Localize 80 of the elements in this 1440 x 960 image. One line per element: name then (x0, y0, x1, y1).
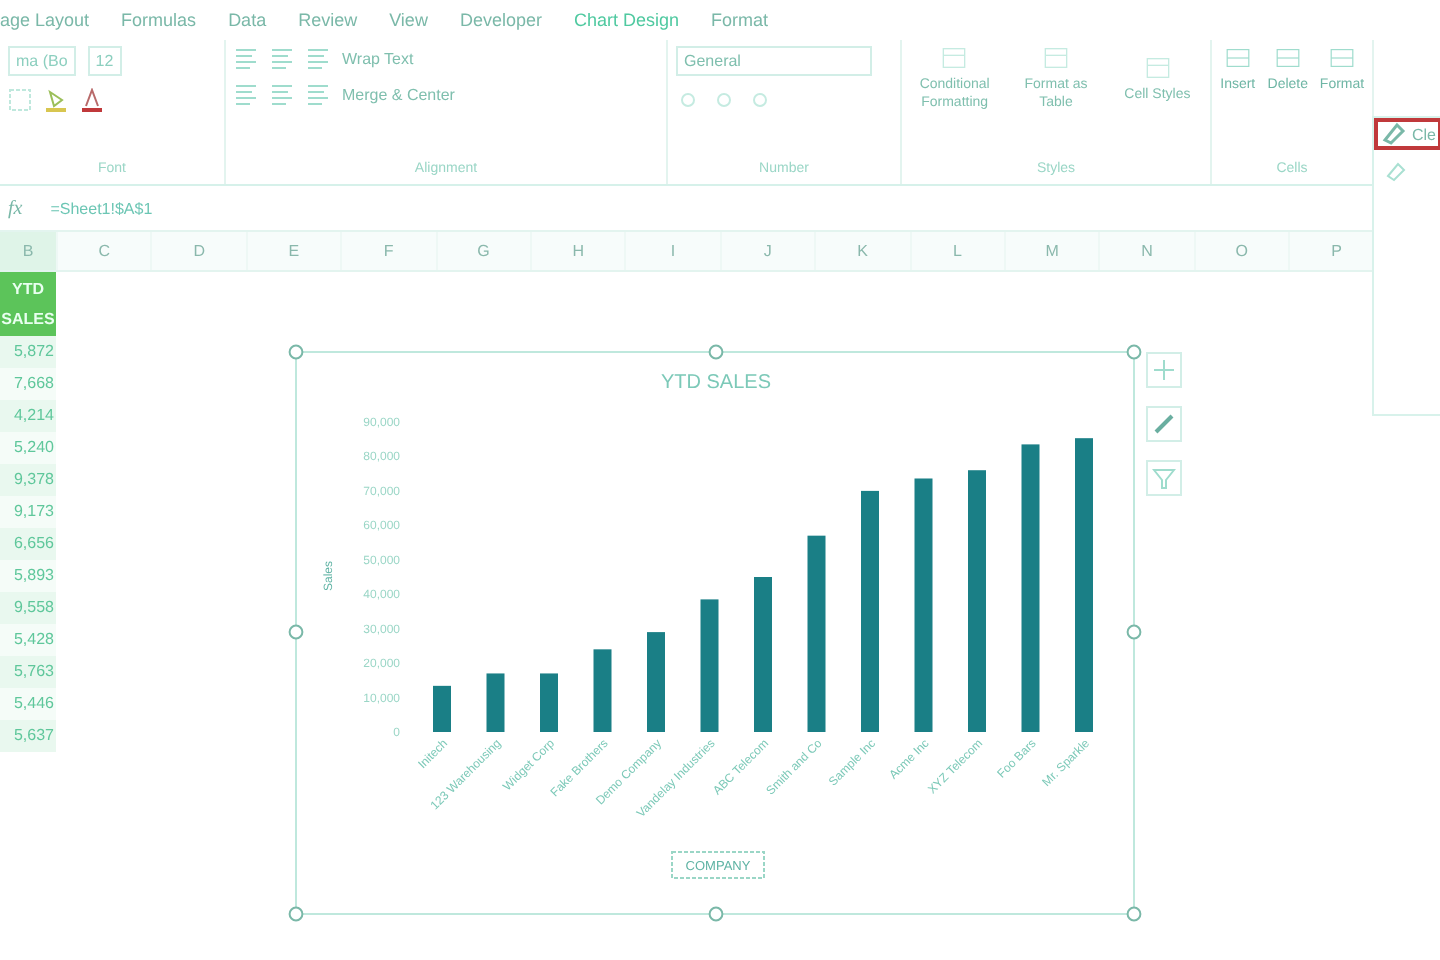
number-format-field[interactable]: General (676, 46, 872, 76)
chart-title: YTD SALES (660, 372, 772, 394)
ribbon-tab[interactable]: Review (298, 10, 358, 30)
chart-bar (433, 685, 451, 732)
merge-center-button[interactable]: Merge & Center (342, 85, 455, 103)
resize-handle[interactable] (708, 906, 724, 922)
table-cell: 9,378 (0, 464, 56, 496)
brush-icon[interactable] (1152, 412, 1176, 436)
resize-handle[interactable] (1126, 624, 1142, 640)
table-cell: YTD SALES (0, 272, 56, 336)
column-header[interactable]: O (1195, 232, 1291, 270)
number-icon[interactable] (676, 88, 700, 112)
filter-icon[interactable] (1152, 466, 1176, 490)
formula-text: =Sheet1!$A$1 (50, 199, 153, 217)
table-icon[interactable] (1225, 46, 1250, 70)
resize-handle[interactable] (288, 906, 304, 922)
align-icon[interactable] (270, 82, 294, 106)
fill-color-icon[interactable] (44, 88, 68, 112)
align-icon[interactable] (306, 46, 330, 70)
font-size-field[interactable]: 12 (87, 46, 122, 76)
ribbon-tab[interactable]: age Layout (0, 10, 90, 30)
ribbon-tab[interactable]: Format (711, 10, 769, 30)
column-header[interactable]: B (0, 232, 58, 270)
function-icon[interactable]: fx (8, 197, 23, 219)
font-field[interactable]: ma (Bo (8, 46, 76, 76)
table-cell: 9,558 (0, 592, 56, 624)
chart-bar (540, 673, 558, 732)
column-header[interactable]: C (58, 232, 153, 270)
column-header[interactable]: M (1005, 232, 1101, 270)
axis-title-frame (671, 851, 765, 879)
column-header[interactable]: J (721, 232, 817, 270)
ribbon-tab[interactable]: Chart Design (573, 10, 680, 30)
resize-handle[interactable] (1126, 344, 1142, 360)
table-cell: 5,428 (0, 624, 56, 656)
table-icon[interactable] (1330, 46, 1354, 70)
eraser-icon (1386, 162, 1406, 182)
align-icon[interactable] (234, 46, 258, 70)
align-icon[interactable] (306, 82, 330, 106)
table-cell: 5,872 (0, 336, 56, 368)
ribbon-tab[interactable]: View (389, 10, 428, 30)
column-header[interactable]: H (531, 232, 627, 270)
table-cell: 5,893 (0, 560, 56, 592)
plus-icon[interactable] (1152, 358, 1176, 382)
table-icon[interactable] (942, 46, 967, 70)
eraser-icon[interactable] (1382, 122, 1406, 146)
wrap-text-button[interactable]: Wrap Text (342, 49, 414, 67)
table-cell: 5,446 (0, 688, 56, 720)
resize-handle[interactable] (708, 344, 724, 360)
ribbon-tab[interactable]: Data (228, 10, 267, 30)
align-icon[interactable] (234, 82, 258, 106)
column-header[interactable]: E (247, 232, 343, 270)
table-icon[interactable] (1275, 46, 1300, 70)
ribbon-tab[interactable]: Developer (459, 10, 542, 30)
resize-handle[interactable] (1126, 906, 1142, 922)
resize-handle[interactable] (288, 624, 304, 640)
table-cell: 5,637 (0, 720, 56, 752)
column-header[interactable]: K (816, 232, 912, 270)
align-icon[interactable] (270, 46, 294, 70)
column-header[interactable]: F (342, 232, 438, 270)
table-cell: 6,656 (0, 528, 56, 560)
font-color-icon[interactable] (80, 88, 104, 112)
table-cell: 9,173 (0, 496, 56, 528)
table-cell: 4,214 (0, 400, 56, 432)
number-icon[interactable] (712, 88, 736, 112)
table-icon[interactable] (1044, 46, 1068, 70)
table-icon[interactable] (1145, 55, 1170, 79)
column-header[interactable]: N (1100, 232, 1196, 270)
column-header[interactable]: I (626, 232, 722, 270)
table-cell: 5,240 (0, 432, 56, 464)
ribbon-tab[interactable]: Formulas (121, 10, 197, 30)
column-header[interactable]: L (911, 232, 1006, 270)
number-icon[interactable] (748, 88, 772, 112)
column-header[interactable]: D (152, 232, 248, 270)
borders-icon[interactable] (8, 88, 32, 112)
resize-handle[interactable] (288, 344, 304, 360)
table-cell: 5,763 (0, 656, 56, 688)
table-cell: 7,668 (0, 368, 56, 400)
column-header[interactable]: G (437, 232, 532, 270)
menu-item[interactable]: Cle (1374, 118, 1440, 150)
chart-bar (647, 632, 665, 732)
